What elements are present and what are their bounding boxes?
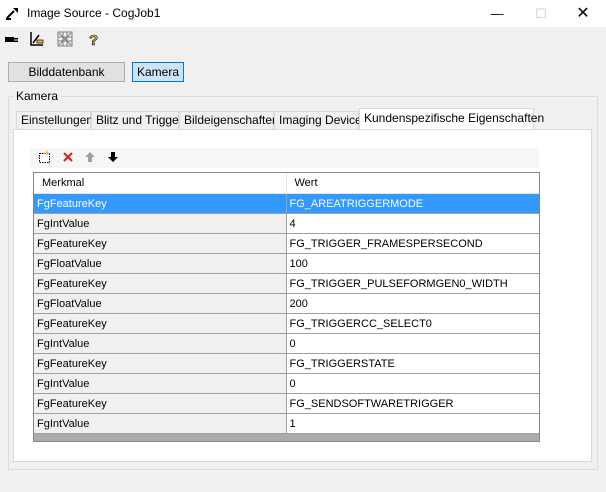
- move-down-icon[interactable]: [106, 150, 120, 164]
- table-row[interactable]: FgFeatureKey FG_SENDSOFTWARETRIGGER: [34, 393, 539, 414]
- properties-table: Merkmal Wert FgFeatureKey FG_AREATRIGGERM…: [34, 173, 539, 434]
- camera-button[interactable]: Kamera: [132, 62, 184, 82]
- row-key[interactable]: FgFeatureKey: [34, 393, 287, 414]
- row-value[interactable]: FG_TRIGGERCC_SELECT0: [286, 313, 539, 334]
- row-value[interactable]: 4: [286, 213, 539, 234]
- row-key[interactable]: FgFloatValue: [34, 253, 287, 274]
- tab-imaging-device[interactable]: Imaging Device: [274, 111, 362, 129]
- row-key[interactable]: FgIntValue: [34, 413, 287, 434]
- row-value[interactable]: 0: [286, 333, 539, 354]
- image-database-button[interactable]: Bilddatenbank: [8, 62, 125, 82]
- grid-toolbar: [30, 148, 539, 168]
- tab-custom-properties[interactable]: Kundenspezifische Eigenschaften: [359, 108, 544, 130]
- row-key[interactable]: FgFeatureKey: [34, 313, 287, 334]
- row-value[interactable]: 0: [286, 373, 539, 394]
- row-value[interactable]: FG_TRIGGERSTATE: [286, 353, 539, 374]
- row-key[interactable]: FgFloatValue: [34, 293, 287, 314]
- setup-icon[interactable]: [28, 30, 46, 48]
- column-header-feature[interactable]: Merkmal: [34, 173, 287, 194]
- table-row[interactable]: FgFeatureKey FG_AREATRIGGERMODE: [34, 193, 539, 214]
- table-row[interactable]: FgIntValue 0: [34, 373, 539, 394]
- maximize-button[interactable]: ☐: [520, 0, 562, 27]
- tab-image-properties[interactable]: Bildeigenschaften: [179, 111, 279, 129]
- tab-settings[interactable]: Einstellungen: [16, 111, 93, 129]
- row-value[interactable]: FG_TRIGGER_PULSEFORMGEN0_WIDTH: [286, 273, 539, 294]
- row-value[interactable]: 100: [286, 253, 539, 274]
- table-row[interactable]: FgFloatValue 200: [34, 293, 539, 314]
- row-key[interactable]: FgFeatureKey: [34, 353, 287, 374]
- table-row[interactable]: FgFeatureKey FG_TRIGGER_PULSEFORMGEN0_WID…: [34, 273, 539, 294]
- app-icon: [6, 8, 18, 20]
- window-title: Image Source - CogJob1: [27, 6, 161, 20]
- tab-flash-trigger[interactable]: Blitz und Trigger: [91, 111, 183, 129]
- row-value[interactable]: FG_AREATRIGGERMODE: [286, 193, 539, 214]
- new-row-icon[interactable]: [38, 150, 52, 164]
- help-icon[interactable]: ?: [84, 30, 102, 48]
- properties-grid: Merkmal Wert FgFeatureKey FG_AREATRIGGERM…: [33, 172, 540, 442]
- grid-icon[interactable]: [56, 30, 74, 48]
- row-key[interactable]: FgIntValue: [34, 373, 287, 394]
- row-key[interactable]: FgFeatureKey: [34, 193, 287, 214]
- group-label: Kamera: [14, 89, 61, 103]
- row-key[interactable]: FgFeatureKey: [34, 233, 287, 254]
- row-key[interactable]: FgIntValue: [34, 213, 287, 234]
- table-row[interactable]: FgIntValue 4: [34, 213, 539, 234]
- main-toolbar: ?: [0, 27, 606, 53]
- row-value[interactable]: 200: [286, 293, 539, 314]
- row-value[interactable]: FG_TRIGGER_FRAMESPERSECOND: [286, 233, 539, 254]
- row-value[interactable]: 1: [286, 413, 539, 434]
- header-row: Merkmal Wert: [34, 173, 539, 194]
- move-up-icon[interactable]: [83, 150, 97, 164]
- row-value[interactable]: FG_SENDSOFTWARETRIGGER: [286, 393, 539, 414]
- close-button[interactable]: ✕: [562, 0, 604, 27]
- column-header-value[interactable]: Wert: [286, 173, 539, 194]
- table-row[interactable]: FgFeatureKey FG_TRIGGER_FRAMESPERSECOND: [34, 233, 539, 254]
- row-key[interactable]: FgIntValue: [34, 333, 287, 354]
- table-row[interactable]: FgIntValue 0: [34, 333, 539, 354]
- table-body: FgFeatureKey FG_AREATRIGGERMODE FgIntValu…: [34, 193, 539, 434]
- table-row[interactable]: FgIntValue 1: [34, 413, 539, 434]
- plug-icon[interactable]: [3, 30, 21, 48]
- svg-text:?: ?: [89, 32, 98, 48]
- delete-icon[interactable]: [61, 150, 75, 164]
- table-row[interactable]: FgFloatValue 100: [34, 253, 539, 274]
- table-row[interactable]: FgFeatureKey FG_TRIGGERCC_SELECT0: [34, 313, 539, 334]
- title-bar: Image Source - CogJob1 — ☐ ✕: [0, 0, 606, 27]
- minimize-button[interactable]: —: [476, 0, 518, 27]
- table-row[interactable]: FgFeatureKey FG_TRIGGERSTATE: [34, 353, 539, 374]
- row-key[interactable]: FgFeatureKey: [34, 273, 287, 294]
